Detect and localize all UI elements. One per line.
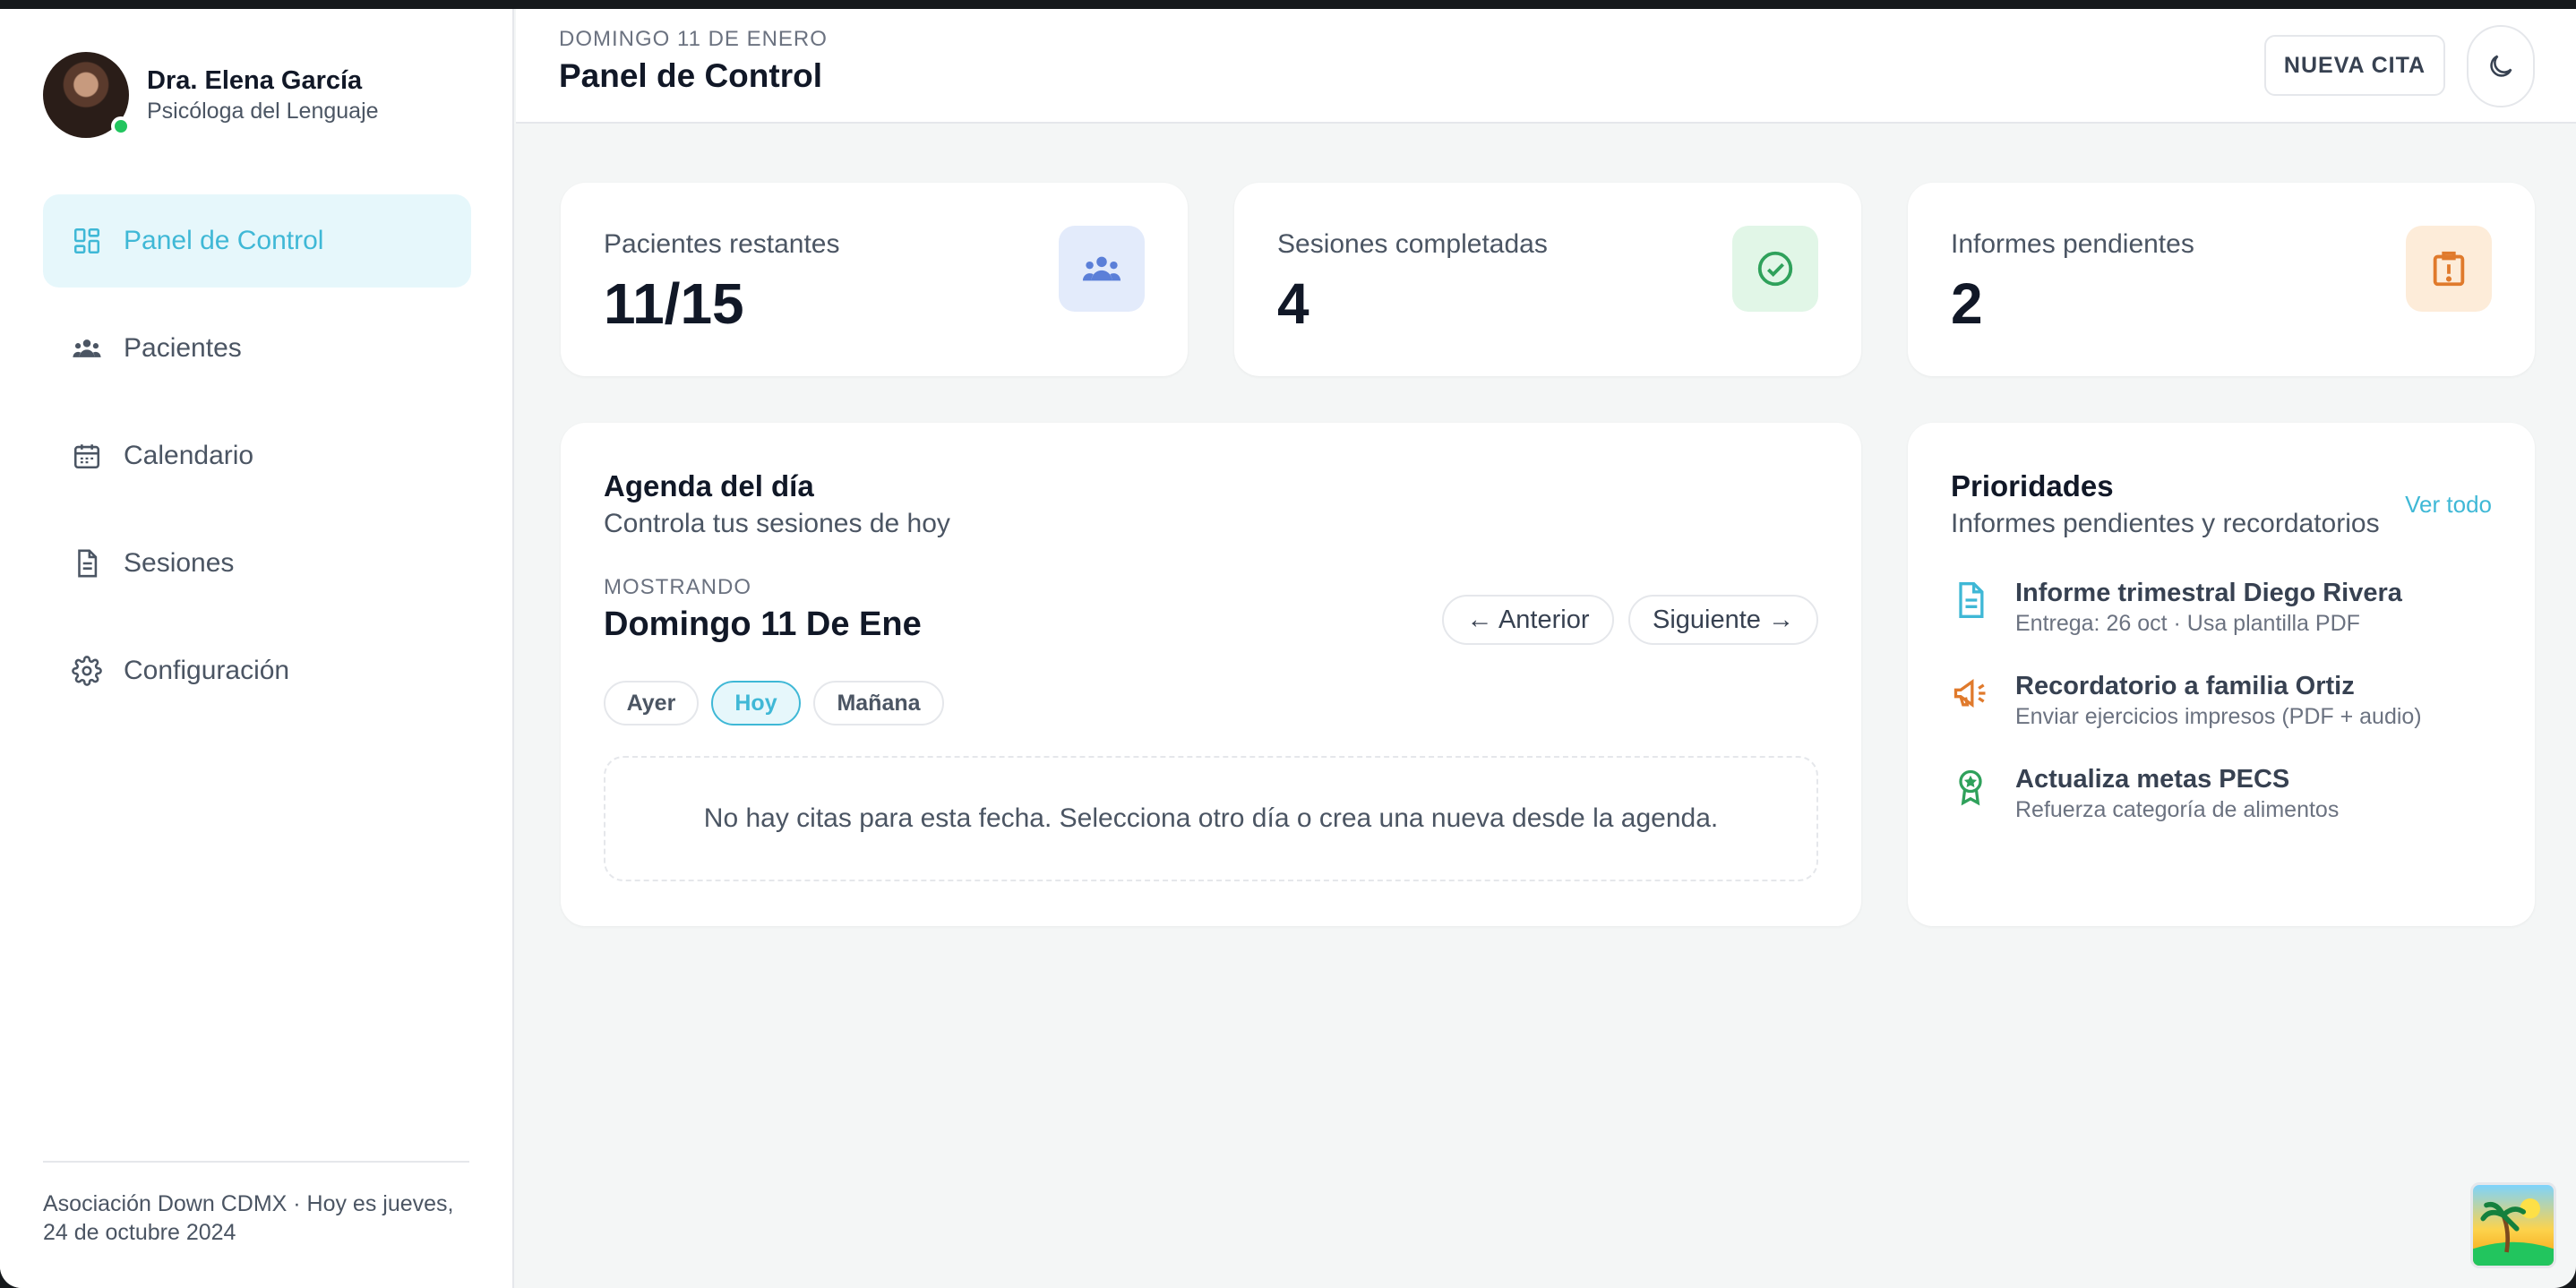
priority-detail: Refuerza categoría de alimentos — [2015, 797, 2340, 822]
sidebar-item-calendario[interactable]: Calendario — [43, 409, 471, 502]
sidebar-item-pacientes[interactable]: Pacientes — [43, 302, 471, 395]
document-icon — [1959, 582, 1984, 618]
theme-toggle-button[interactable] — [2467, 25, 2535, 107]
chip-ayer[interactable]: Ayer — [604, 681, 699, 726]
gear-icon — [72, 656, 102, 686]
priority-item[interactable]: Recordatorio a familia Ortiz Enviar ejer… — [1951, 670, 2422, 731]
stat-label: Informes pendientes — [1951, 229, 2194, 259]
stat-card-sesiones-completadas: Sesiones completadas 4 — [1234, 183, 1861, 376]
profile-name: Dra. Elena García — [147, 66, 363, 95]
stat-value: 2 — [1951, 271, 1983, 336]
sidebar-item-label: Pacientes — [124, 333, 242, 363]
priorities-title: Prioridades — [1951, 469, 2114, 502]
sidebar-item-label: Configuración — [124, 656, 290, 685]
sidebar-item-sesiones[interactable]: Sesiones — [43, 517, 471, 610]
moon-icon — [2490, 55, 2512, 77]
previous-day-button[interactable]: ← Anterior — [1442, 595, 1614, 645]
sidebar-item-label: Panel de Control — [124, 226, 324, 255]
sidebar-item-configuracion[interactable]: Configuración — [43, 624, 471, 717]
chip-manana[interactable]: Mañana — [813, 681, 944, 726]
empty-state: No hay citas para esta fecha. Selecciona… — [604, 756, 1818, 881]
sidebar-item-label: Calendario — [124, 441, 254, 470]
stat-value: 11/15 — [604, 271, 744, 336]
agenda-title: Agenda del día — [604, 469, 814, 502]
alert-icon — [2433, 251, 2465, 287]
priority-item[interactable]: Actualiza metas PECS Refuerza categoría … — [1951, 763, 2339, 824]
new-appointment-button[interactable]: NUEVA CITA — [2264, 35, 2445, 96]
award-icon — [1959, 769, 1982, 806]
chip-hoy[interactable]: Hoy — [711, 681, 801, 726]
see-all-link[interactable]: Ver todo — [2405, 491, 2492, 519]
priority-title: Recordatorio a familia Ortiz — [2015, 672, 2355, 700]
stat-card-pacientes-restantes: Pacientes restantes 11/15 — [561, 183, 1188, 376]
priority-title: Informe trimestral Diego Rivera — [2015, 579, 2402, 607]
stat-icon-box — [1059, 226, 1145, 312]
next-day-button[interactable]: Siguiente → — [1628, 595, 1818, 645]
priority-title: Actualiza metas PECS — [2015, 765, 2290, 794]
priorities-subtitle: Informes pendientes y recordatorios — [1951, 509, 2380, 538]
sidebar-nav: Panel de Control Pacientes Calendario Se… — [43, 194, 471, 732]
stat-icon-box — [2406, 226, 2492, 312]
priority-detail: Enviar ejercicios impresos (PDF + audio) — [2015, 704, 2422, 729]
sidebar-footer: Asociación Down CDMX · Hoy es jueves, 24… — [43, 1161, 469, 1247]
sidebar-item-label: Sesiones — [124, 548, 235, 578]
app-window: Dra. Elena García Psicóloga del Lenguaje… — [0, 9, 2576, 1288]
online-status-dot — [111, 116, 131, 136]
stat-value: 4 — [1277, 271, 1309, 336]
stat-icon-box — [1732, 226, 1818, 312]
priority-detail: Entrega: 26 oct · Usa plantilla PDF — [2015, 611, 2360, 636]
calendar-icon — [73, 444, 100, 469]
profile-role: Psicóloga del Lenguaje — [147, 99, 379, 124]
profile[interactable]: Dra. Elena García Psicóloga del Lenguaje — [43, 52, 379, 138]
sidebar: Dra. Elena García Psicóloga del Lenguaje… — [0, 9, 514, 1288]
palm-tree-icon — [2473, 1198, 2554, 1266]
agenda-subtitle: Controla tus sesiones de hoy — [604, 509, 950, 538]
megaphone-icon — [1953, 678, 1986, 708]
top-header: DOMINGO 11 DE ENERO Panel de Control NUE… — [516, 9, 2576, 124]
users-icon — [73, 339, 101, 357]
stat-label: Sesiones completadas — [1277, 229, 1548, 259]
page-title: Panel de Control — [559, 57, 822, 94]
header-date: DOMINGO 11 DE ENERO — [559, 27, 828, 51]
sidebar-item-panel-de-control[interactable]: Panel de Control — [43, 194, 471, 288]
dashboard-icon — [73, 228, 100, 254]
showing-label: MOSTRANDO — [604, 575, 751, 599]
document-icon — [78, 549, 98, 578]
priority-item[interactable]: Informe trimestral Diego Rivera Entrega:… — [1951, 577, 2402, 638]
beach-thumbnail-image[interactable] — [2470, 1182, 2556, 1268]
agenda-card: Agenda del día Controla tus sesiones de … — [561, 423, 1861, 926]
stat-card-informes-pendientes: Informes pendientes 2 — [1908, 183, 2535, 376]
priorities-card: Prioridades Informes pendientes y record… — [1908, 423, 2535, 926]
current-date: Domingo 11 De Ene — [604, 605, 922, 643]
users-icon — [1082, 256, 1121, 281]
check-circle-icon — [1757, 251, 1793, 287]
stat-label: Pacientes restantes — [604, 229, 840, 259]
avatar — [43, 52, 131, 138]
